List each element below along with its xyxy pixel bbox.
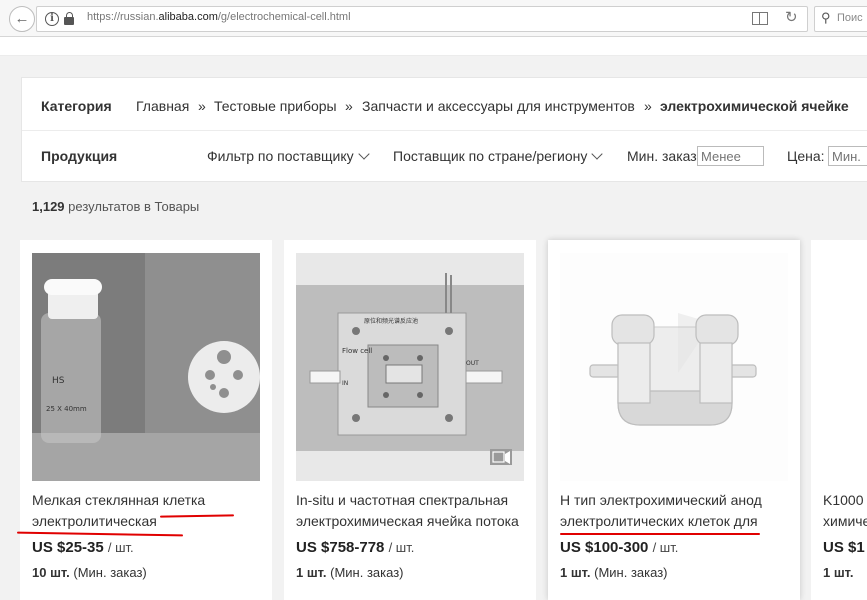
product-price: US $100-300 / шт. <box>560 539 679 556</box>
breadcrumb-current: электрохимической ячейке <box>660 98 849 114</box>
filter-panel: Категория Главная » Тестовые приборы » З… <box>21 77 867 182</box>
image-in-label: IN <box>342 380 348 387</box>
image-cell-label: 原位和频光谱反应池 <box>364 317 418 325</box>
product-price: US $25-35 / шт. <box>32 539 134 556</box>
min-order-label: Мин. заказ <box>627 148 697 164</box>
reader-view-icon[interactable] <box>752 12 768 25</box>
breadcrumb-separator: » <box>198 98 206 114</box>
breadcrumb-separator: » <box>644 98 652 114</box>
product-min-order: 1 шт. (Мин. заказ) <box>560 565 668 580</box>
chevron-down-icon <box>357 148 370 160</box>
breadcrumb-parts-accessories[interactable]: Запчасти и аксессуары для инструментов <box>362 98 635 114</box>
price-label: Цена: <box>787 148 825 164</box>
jar-size-label: 25 X 40mm <box>46 405 87 413</box>
url-text[interactable]: https://russian.alibaba.com/g/electroche… <box>87 11 351 23</box>
address-bar[interactable]: i https://russian.alibaba.com/g/electroc… <box>36 6 808 32</box>
breadcrumb-home[interactable]: Главная <box>136 98 189 114</box>
lock-icon[interactable] <box>64 12 74 25</box>
product-min-order: 10 шт. (Мин. заказ) <box>32 565 147 580</box>
product-image[interactable]: HS 25 X 40mm <box>32 253 260 481</box>
site-header-strip <box>0 37 867 56</box>
min-order-input[interactable] <box>697 146 764 166</box>
country-filter-dropdown[interactable]: Поставщик по стране/региону <box>393 148 604 164</box>
product-title[interactable]: K1000 химиче <box>823 490 867 532</box>
panel-divider <box>22 130 867 131</box>
breadcrumb-separator: » <box>345 98 353 114</box>
category-label: Категория <box>41 98 112 114</box>
product-image[interactable]: 原位和频光谱反应池 Flow cell IN OUT <box>296 253 524 481</box>
search-placeholder: Поис <box>837 12 863 24</box>
search-icon: ⚲ <box>821 10 831 25</box>
jar-brand-label: HS <box>52 376 65 386</box>
product-card[interactable]: HS 25 X 40mm Мелкая стеклянная клетка эле… <box>20 240 272 600</box>
product-card[interactable]: Н тип электрохимический анод электролитич… <box>548 240 800 600</box>
chevron-down-icon <box>591 148 604 160</box>
product-title[interactable]: Н тип электрохимический анод электролитич… <box>560 490 800 532</box>
reload-icon[interactable]: ↻ <box>785 8 798 26</box>
annotation-underline <box>560 533 760 535</box>
product-title[interactable]: In-situ и частотная спектральная электрох… <box>296 490 536 532</box>
image-flow-cell-label: Flow cell <box>342 347 372 355</box>
product-price: US $1 <box>823 539 865 556</box>
products-label: Продукция <box>41 148 118 164</box>
product-min-order: 1 шт. <box>823 565 854 580</box>
results-count: 1,129 результатов в Товары <box>32 199 200 214</box>
price-min-input[interactable] <box>828 146 867 166</box>
product-image[interactable] <box>560 253 788 481</box>
browser-search-box[interactable]: ⚲ Поис <box>814 6 867 32</box>
back-arrow-icon[interactable]: ← <box>9 6 35 32</box>
info-icon[interactable]: i <box>45 12 59 26</box>
product-card[interactable]: 原位和频光谱反应池 Flow cell IN OUT In-situ и час… <box>284 240 536 600</box>
product-card[interactable]: K1000 химиче US $1 1 шт. <box>811 240 867 600</box>
product-title[interactable]: Мелкая стеклянная клетка электролитическа… <box>32 490 272 532</box>
browser-toolbar: ← i https://russian.alibaba.com/g/electr… <box>0 0 867 37</box>
image-out-label: OUT <box>466 360 479 367</box>
product-price: US $758-778 / шт. <box>296 539 415 556</box>
product-min-order: 1 шт. (Мин. заказ) <box>296 565 404 580</box>
supplier-filter-dropdown[interactable]: Фильтр по поставщику <box>207 148 370 164</box>
breadcrumb-test-instruments[interactable]: Тестовые приборы <box>214 98 337 114</box>
